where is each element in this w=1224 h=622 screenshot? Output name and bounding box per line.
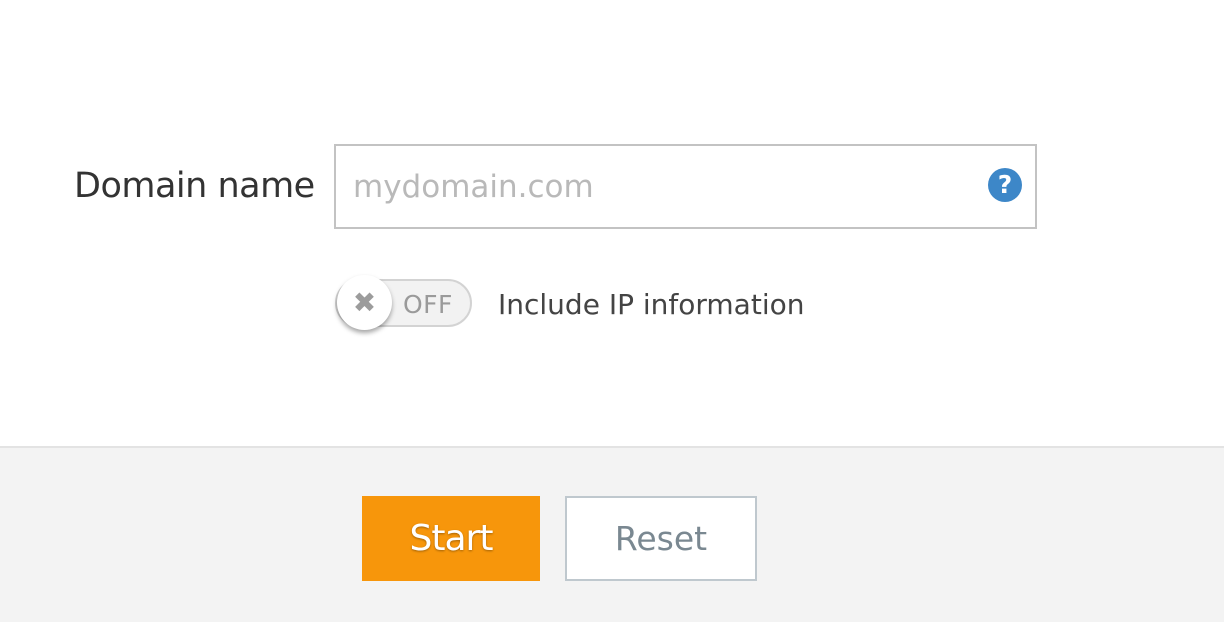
domain-input-wrapper: ? (334, 144, 1037, 229)
form-area: Domain name ? OFF ✖ Include IP informati… (0, 0, 1224, 446)
reset-button[interactable]: Reset (565, 496, 757, 581)
toggle-knob[interactable]: ✖ (337, 275, 392, 330)
include-ip-label: Include IP information (498, 288, 805, 321)
domain-name-label: Domain name (74, 166, 315, 206)
help-icon[interactable]: ? (988, 168, 1022, 202)
close-icon: ✖ (352, 286, 377, 319)
start-button[interactable]: Start (362, 496, 540, 581)
toggle-state-label: OFF (403, 290, 453, 319)
domain-input[interactable] (336, 146, 956, 227)
